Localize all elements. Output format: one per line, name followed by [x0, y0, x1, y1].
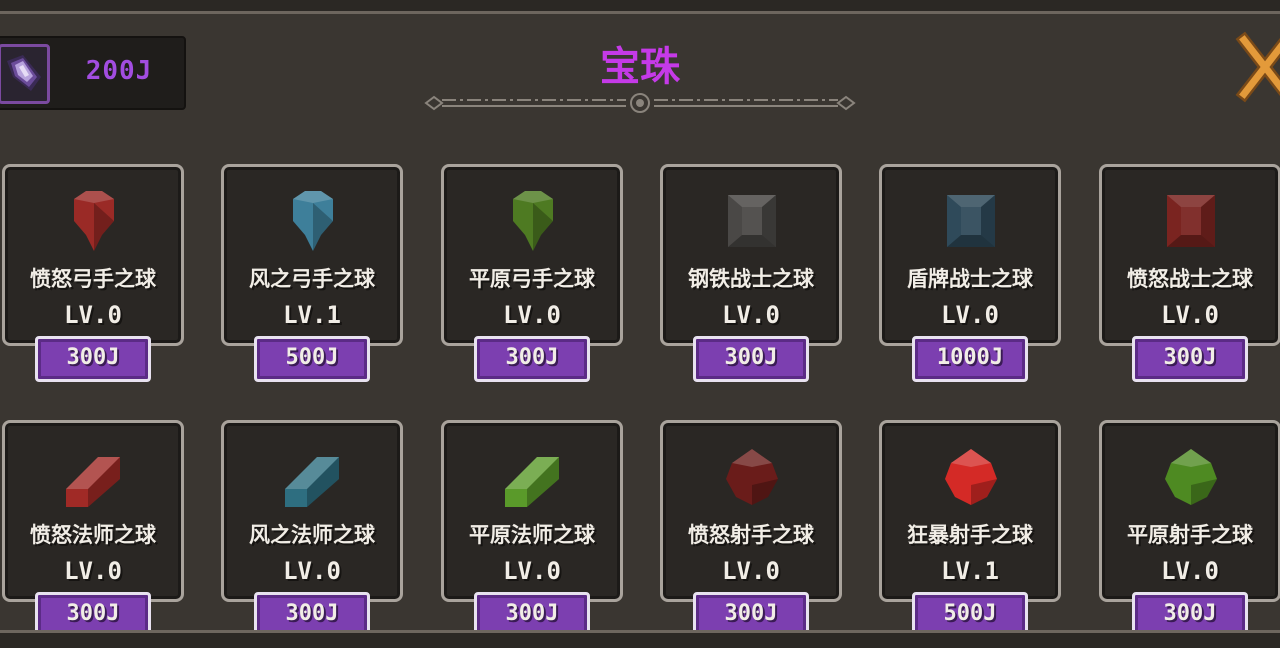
orb-card[interactable]: 愤怒法师之球 LV.0 — [2, 420, 184, 602]
orb-name: 平原法师之球 — [469, 523, 595, 547]
orb-name: 平原弓手之球 — [469, 267, 595, 291]
upgrade-price-button[interactable]: 1000J — [912, 336, 1028, 382]
orb-card[interactable]: 风之弓手之球 LV.1 — [221, 164, 403, 346]
green-bar-gem-icon — [505, 457, 559, 507]
dark-red-round-gem-icon — [726, 449, 778, 505]
red-square-gem-icon — [1167, 195, 1215, 247]
red-arrowhead-gem-icon — [74, 191, 114, 251]
upgrade-price-button[interactable]: 300J — [474, 336, 590, 382]
green-round-gem-icon — [1165, 449, 1217, 505]
orb-card[interactable]: 风之法师之球 LV.0 — [221, 420, 403, 602]
upgrade-price-button[interactable]: 500J — [254, 336, 370, 382]
purple-gem-icon — [7, 55, 41, 91]
currency-amount: 200J — [85, 56, 153, 86]
bright-red-round-gem-icon — [945, 449, 997, 505]
orb-level: LV.0 — [722, 557, 780, 585]
orb-name: 愤怒弓手之球 — [30, 267, 156, 291]
gray-square-gem-icon — [728, 195, 776, 247]
orb-card[interactable]: 平原弓手之球 LV.0 — [441, 164, 623, 346]
orb-name: 风之弓手之球 — [249, 267, 375, 291]
orb-name: 钢铁战士之球 — [688, 267, 814, 291]
orb-level: LV.0 — [1161, 301, 1219, 329]
orb-name: 风之法师之球 — [249, 523, 375, 547]
orb-level: LV.0 — [941, 301, 999, 329]
orb-level: LV.1 — [941, 557, 999, 585]
orb-card[interactable]: 钢铁战士之球 LV.0 — [660, 164, 842, 346]
orb-name: 愤怒战士之球 — [1127, 267, 1253, 291]
orb-level: LV.0 — [64, 301, 122, 329]
orb-card[interactable]: 平原法师之球 LV.0 — [441, 420, 623, 602]
title-ornament — [424, 93, 856, 113]
orb-level: LV.0 — [503, 301, 561, 329]
orb-level: LV.0 — [283, 557, 341, 585]
orb-name: 愤怒射手之球 — [688, 523, 814, 547]
orb-card[interactable]: 狂暴射手之球 LV.1 — [879, 420, 1061, 602]
orb-name: 愤怒法师之球 — [30, 523, 156, 547]
close-button[interactable] — [1228, 28, 1280, 108]
currency-slot — [0, 44, 50, 104]
orb-level: LV.0 — [503, 557, 561, 585]
green-arrowhead-gem-icon — [513, 191, 553, 251]
upgrade-price-button[interactable]: 300J — [1132, 336, 1248, 382]
orb-name: 狂暴射手之球 — [907, 523, 1033, 547]
orb-name: 盾牌战士之球 — [907, 267, 1033, 291]
orb-card[interactable]: 愤怒射手之球 LV.0 — [660, 420, 842, 602]
orb-level: LV.0 — [1161, 557, 1219, 585]
teal-bar-gem-icon — [285, 457, 339, 507]
bottom-frame — [0, 630, 1280, 648]
blue-arrowhead-gem-icon — [293, 191, 333, 251]
orb-card[interactable]: 平原射手之球 LV.0 — [1099, 420, 1280, 602]
orb-card[interactable]: 愤怒战士之球 LV.0 — [1099, 164, 1280, 346]
orb-level: LV.0 — [64, 557, 122, 585]
orb-card[interactable]: 盾牌战士之球 LV.0 — [879, 164, 1061, 346]
currency-panel: 200J — [0, 36, 186, 110]
upgrade-price-button[interactable]: 300J — [35, 336, 151, 382]
orb-name: 平原射手之球 — [1127, 523, 1253, 547]
orb-level: LV.1 — [283, 301, 341, 329]
red-bar-gem-icon — [66, 457, 120, 507]
teal-square-gem-icon — [947, 195, 995, 247]
top-frame — [0, 0, 1280, 14]
upgrade-price-button[interactable]: 300J — [693, 336, 809, 382]
page-title: 宝珠 — [600, 44, 680, 90]
orb-level: LV.0 — [722, 301, 780, 329]
orb-card[interactable]: 愤怒弓手之球 LV.0 — [2, 164, 184, 346]
close-x-icon — [1235, 31, 1280, 103]
